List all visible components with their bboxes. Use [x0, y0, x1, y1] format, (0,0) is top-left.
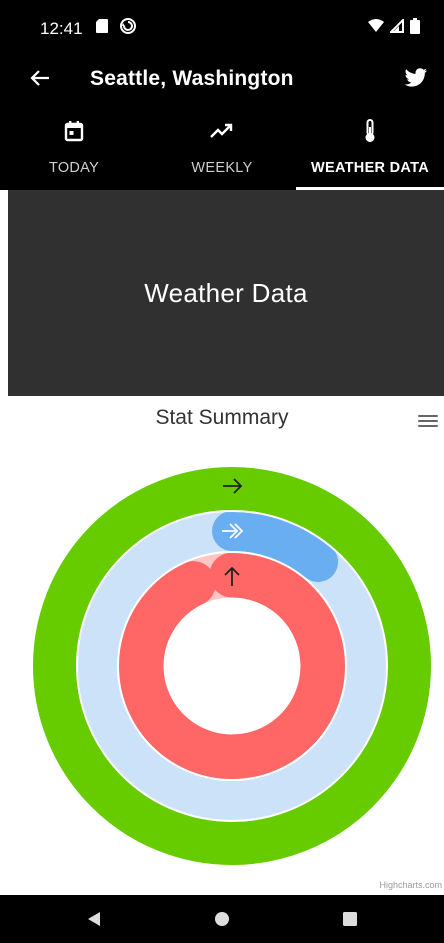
status-time: 12:41 — [40, 19, 83, 38]
status-icons-right — [368, 17, 420, 39]
app-bar: Seattle, Washington — [0, 56, 444, 104]
status-bar: 12:41 — [0, 0, 444, 56]
page-title: Seattle, Washington — [90, 67, 294, 90]
sync-icon — [119, 17, 137, 40]
status-icons-left — [95, 17, 137, 40]
tab-label: WEEKLY — [191, 160, 253, 176]
home-circle-icon[interactable] — [202, 899, 242, 939]
twitter-share-button[interactable] — [400, 64, 432, 96]
battery-icon — [410, 18, 420, 39]
arrow-left-icon — [30, 69, 50, 92]
tab-weather-data[interactable]: WEATHER DATA — [296, 104, 444, 190]
solid-gauge-chart — [33, 467, 431, 865]
back-button[interactable] — [24, 64, 56, 96]
sd-card-icon — [95, 18, 109, 39]
wifi-icon — [368, 19, 384, 38]
chart-credits[interactable]: Highcharts.com — [379, 880, 442, 890]
trending-up-icon — [209, 118, 235, 144]
tab-label: WEATHER DATA — [311, 160, 429, 176]
tab-weekly[interactable]: WEEKLY — [148, 104, 296, 190]
calendar-icon — [61, 118, 87, 144]
chart-title: Stat Summary — [155, 406, 289, 429]
hero-banner: Weather Data — [8, 190, 444, 396]
tab-label: TODAY — [48, 160, 100, 176]
hamburger-menu-icon[interactable] — [416, 412, 440, 432]
gauge-ring-inner-fill — [118, 552, 346, 780]
chart-container: Stat Summary Highcharts.com — [0, 396, 444, 896]
system-nav-bar — [0, 895, 444, 943]
twitter-icon — [404, 67, 428, 93]
back-triangle-icon[interactable] — [74, 899, 114, 939]
signal-icon — [388, 17, 404, 38]
recents-square-icon[interactable] — [330, 899, 370, 939]
tab-bar: TODAY WEEKLY WEATHER DATA — [0, 104, 444, 190]
thermometer-icon — [357, 118, 383, 144]
hero-title: Weather Data — [144, 277, 308, 308]
tab-today[interactable]: TODAY — [0, 104, 148, 190]
